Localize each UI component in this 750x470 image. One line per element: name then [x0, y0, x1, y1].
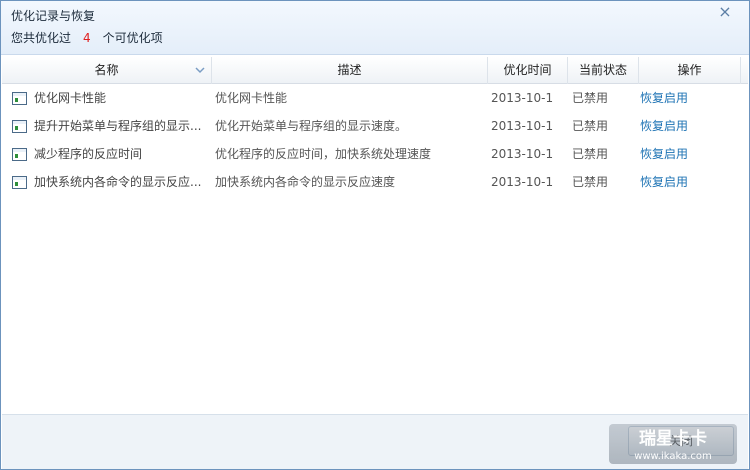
row-time: 2013-10-1	[491, 91, 554, 105]
row-time: 2013-10-1	[491, 175, 554, 189]
record-list: 优化网卡性能 优化网卡性能 2013-10-1 已禁用 恢复启用 提升开始菜单与…	[2, 85, 748, 197]
window-item-icon	[12, 176, 27, 189]
table-header: 名称 描述 优化时间 当前状态 操作	[2, 57, 748, 84]
window-item-icon	[12, 148, 27, 161]
column-header-status: 当前状态	[568, 57, 639, 84]
row-name: 优化网卡性能	[34, 91, 107, 105]
table-row[interactable]: 加快系统内各命令的显示反应... 加快系统内各命令的显示反应速度 2013-10…	[2, 169, 748, 197]
row-time: 2013-10-1	[491, 119, 554, 133]
row-status: 已禁用	[572, 91, 609, 105]
row-description: 优化程序的反应时间，加快系统处理速度	[215, 147, 432, 161]
title-bar: 优化记录与恢复 您共优化过 4 个可优化项 ×	[1, 1, 749, 55]
summary-prefix: 您共优化过	[11, 31, 72, 45]
column-header-action: 操作	[639, 57, 741, 84]
row-name: 减少程序的反应时间	[34, 147, 143, 161]
row-name: 提升开始菜单与程序组的显示...	[34, 119, 202, 133]
column-header-name[interactable]: 名称	[2, 57, 212, 84]
window-item-icon	[12, 92, 27, 105]
window-title: 优化记录与恢复	[11, 9, 96, 23]
row-status: 已禁用	[572, 175, 609, 189]
table-row[interactable]: 优化网卡性能 优化网卡性能 2013-10-1 已禁用 恢复启用	[2, 85, 748, 113]
row-description: 优化网卡性能	[215, 91, 288, 105]
table-row[interactable]: 提升开始菜单与程序组的显示... 优化开始菜单与程序组的显示速度。 2013-1…	[2, 113, 748, 141]
restore-enable-link[interactable]: 恢复启用	[640, 85, 720, 113]
row-status: 已禁用	[572, 119, 609, 133]
row-name: 加快系统内各命令的显示反应...	[34, 175, 202, 189]
column-header-description: 描述	[212, 57, 488, 84]
row-description: 加快系统内各命令的显示反应速度	[215, 175, 396, 189]
summary-count: 4	[83, 31, 91, 45]
close-button[interactable]: 关闭	[628, 426, 734, 456]
column-header-name-label: 名称	[94, 63, 119, 77]
row-description: 优化开始菜单与程序组的显示速度。	[215, 119, 408, 133]
summary-suffix: 个可优化项	[102, 31, 163, 45]
row-time: 2013-10-1	[491, 147, 554, 161]
restore-enable-link[interactable]: 恢复启用	[640, 113, 720, 141]
optimize-summary: 您共优化过 4 个可优化项	[11, 29, 163, 46]
restore-enable-link[interactable]: 恢复启用	[640, 141, 720, 169]
window-item-icon	[12, 120, 27, 133]
row-status: 已禁用	[572, 147, 609, 161]
optimize-history-window: 优化记录与恢复 您共优化过 4 个可优化项 × 名称 描述 优化时间 当前状态 操作…	[0, 0, 750, 470]
restore-enable-link[interactable]: 恢复启用	[640, 169, 720, 197]
footer-bar: 关闭	[2, 414, 748, 469]
close-icon[interactable]: ×	[717, 3, 733, 21]
table-row[interactable]: 减少程序的反应时间 优化程序的反应时间，加快系统处理速度 2013-10-1 已…	[2, 141, 748, 169]
column-header-time: 优化时间	[488, 57, 568, 84]
